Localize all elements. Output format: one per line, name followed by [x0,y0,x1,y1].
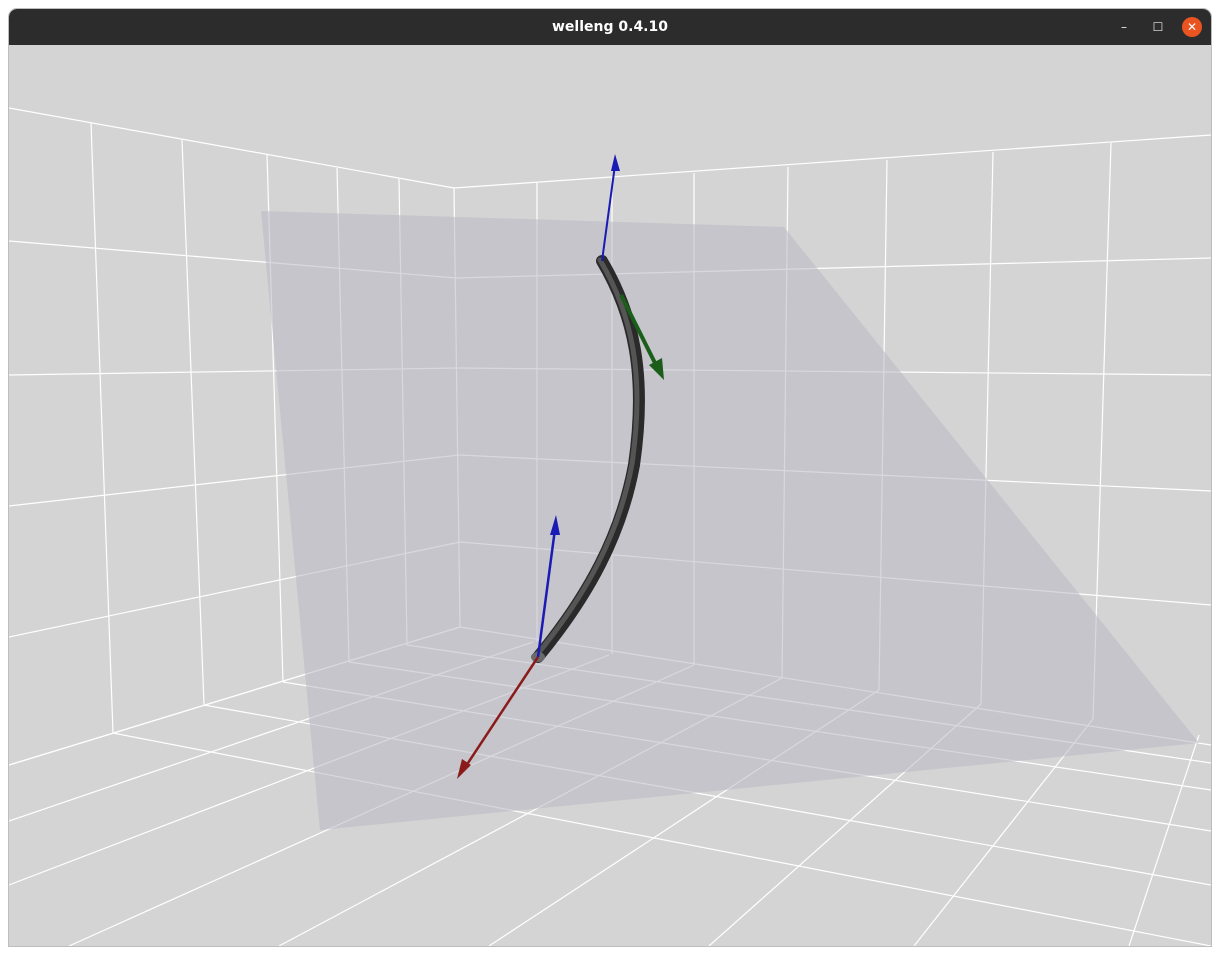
minimize-icon: – [1121,20,1127,34]
maximize-icon: ☐ [1152,20,1164,34]
scene-canvas[interactable] [9,45,1211,946]
maximize-button[interactable]: ☐ [1148,17,1168,37]
close-icon: ✕ [1186,20,1198,34]
close-button[interactable]: ✕ [1182,17,1202,37]
minimize-button[interactable]: – [1114,17,1134,37]
3d-viewport[interactable] [9,45,1211,946]
app-window: welleng 0.4.10 – ☐ ✕ [9,9,1211,946]
window-title: welleng 0.4.10 [552,19,668,35]
title-bar[interactable]: welleng 0.4.10 – ☐ ✕ [9,9,1211,45]
